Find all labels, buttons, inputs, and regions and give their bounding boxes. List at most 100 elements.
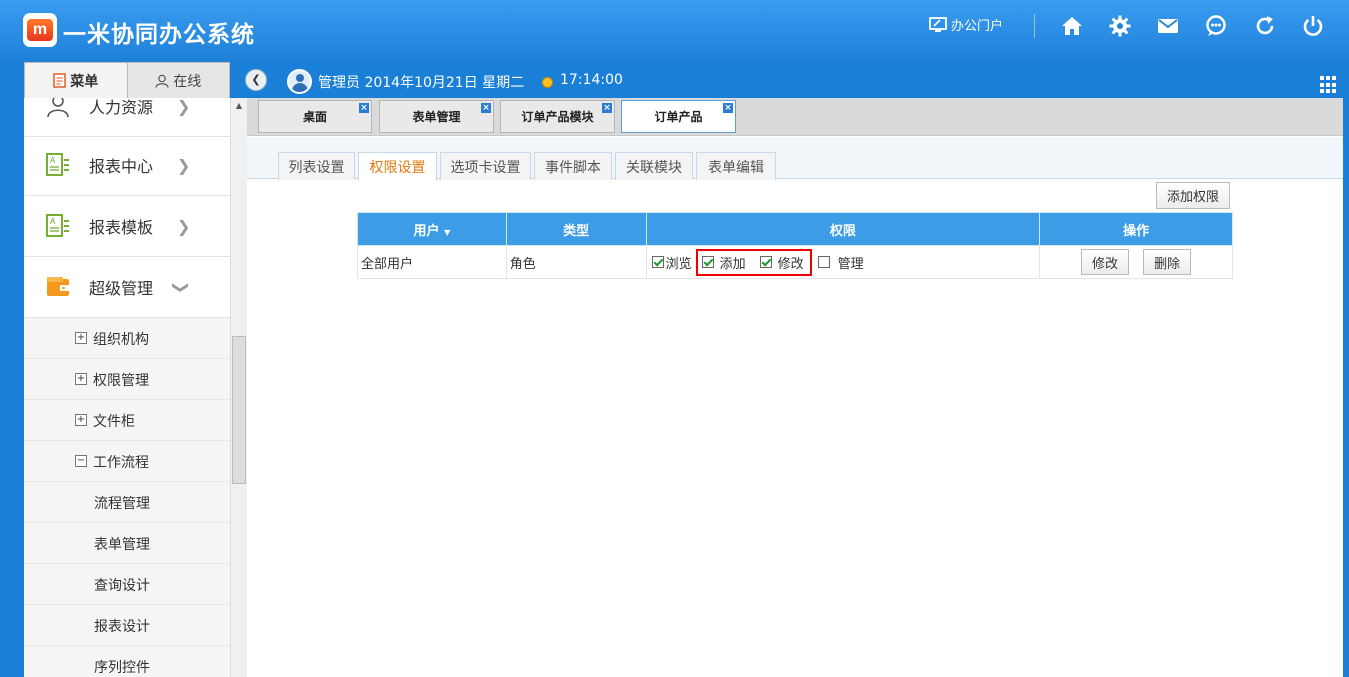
gear-icon[interactable] [1108, 14, 1132, 38]
logo-text: m [32, 21, 48, 38]
sidebar-subitem-workflow[interactable]: − 工作流程 [24, 441, 230, 482]
sidebar-subitem-flow-manage[interactable]: 流程管理 [24, 482, 230, 523]
app-header: m 一米协同办公系统 办公门户 [0, 0, 1349, 64]
subtab-event-script[interactable]: 事件脚本 [534, 152, 612, 180]
column-header-operation: 操作 [1039, 212, 1233, 246]
chevron-right-icon: ❯ [177, 98, 191, 116]
expand-icon[interactable]: + [75, 414, 87, 426]
avatar-head [296, 74, 304, 82]
sidebar-scrollbar[interactable]: ▲ [230, 98, 247, 677]
collapse-icon[interactable]: − [75, 455, 87, 467]
add-checkbox[interactable] [701, 256, 714, 268]
scroll-thumb[interactable] [232, 336, 246, 484]
sidebar-subitem-file-cabinet[interactable]: + 文件柜 [24, 400, 230, 441]
document-icon [53, 73, 66, 88]
table-header-row: 用户 ▼ 类型 权限 操作 [357, 212, 1233, 246]
subtab-form-edit[interactable]: 表单编辑 [696, 152, 776, 180]
main-panel: 桌面 × 表单管理 × 订单产品模块 × 订单产品 × 列表设置 权限设置 选项… [247, 98, 1343, 677]
column-header-user[interactable]: 用户 ▼ [357, 212, 507, 246]
cell-permissions: 浏览 添加 修改 管理 [645, 245, 1041, 279]
tab-label: 订单产品模块 [521, 110, 594, 124]
sidebar-item-label: 报表模板 [89, 218, 154, 237]
tab-desktop[interactable]: 桌面 × [258, 100, 372, 133]
close-icon[interactable]: × [481, 103, 491, 113]
home-icon[interactable] [1060, 14, 1084, 38]
current-time: 17:14:00 [560, 72, 623, 88]
close-icon[interactable]: × [602, 103, 612, 113]
modify-checkbox[interactable] [759, 256, 772, 268]
user-info: 管理员 2014年10月21日 星期二 [318, 75, 525, 91]
close-icon[interactable]: × [723, 103, 733, 113]
subtab-list-settings[interactable]: 列表设置 [278, 152, 355, 180]
manage-checkbox[interactable] [817, 256, 830, 268]
sidebar-subitem-org[interactable]: + 组织机构 [24, 318, 230, 359]
cell-type: 角色 [505, 245, 647, 279]
subtab-related-module[interactable]: 关联模块 [615, 152, 693, 180]
tab-menu[interactable]: 菜单 [24, 62, 128, 98]
sidebar-subitem-report-design[interactable]: 报表设计 [24, 605, 230, 646]
cell-user: 全部用户 [357, 245, 507, 279]
app-logo: m [23, 13, 57, 47]
sidebar-subitem-sequence-control[interactable]: 序列控件 [24, 646, 230, 677]
permission-add[interactable]: 添加 [701, 253, 746, 272]
chat-icon[interactable] [1204, 14, 1228, 38]
browse-checkbox[interactable] [651, 256, 664, 268]
user-icon [155, 74, 169, 88]
tab-order-product[interactable]: 订单产品 × [621, 100, 736, 133]
sidebar: 人力资源 ❯ A 报表中心 ❯ A 报表模板 ❯ 超级管理 ❯ + 组织机构 +… [24, 98, 230, 677]
tab-label: 桌面 [302, 110, 327, 124]
sidebar-subitem-form-manage[interactable]: 表单管理 [24, 523, 230, 564]
power-icon[interactable] [1301, 14, 1325, 38]
avatar [287, 69, 312, 94]
grid-icon[interactable] [1320, 76, 1338, 94]
sidebar-item-report-center[interactable]: A 报表中心 ❯ [24, 135, 230, 196]
expand-icon[interactable]: + [75, 332, 87, 344]
permission-browse[interactable]: 浏览 [651, 253, 692, 272]
svg-text:A: A [50, 217, 56, 226]
chevron-down-icon: ❯ [172, 280, 192, 295]
header-divider [1034, 14, 1035, 38]
permission-manage[interactable]: 管理 [817, 253, 864, 272]
tab-menu-label: 菜单 [70, 73, 99, 90]
sidebar-subitem-permission[interactable]: + 权限管理 [24, 359, 230, 400]
cell-operations: 修改 删除 [1039, 245, 1233, 279]
sidebar-item-report-template[interactable]: A 报表模板 ❯ [24, 196, 230, 257]
tab-online-label: 在线 [173, 73, 202, 90]
permission-label: 管理 [837, 256, 864, 272]
svg-text:A: A [50, 156, 56, 165]
chevron-right-icon: ❯ [177, 155, 191, 175]
sidebar-subitem-label: 流程管理 [94, 496, 150, 512]
scroll-up-icon[interactable]: ▲ [231, 98, 247, 114]
sidebar-subitem-label: 文件柜 [93, 414, 135, 430]
delete-button[interactable]: 删除 [1143, 249, 1192, 275]
expand-icon[interactable]: + [75, 373, 87, 385]
tab-online[interactable]: 在线 [127, 62, 230, 98]
mail-icon[interactable] [1156, 14, 1180, 38]
permission-modify[interactable]: 修改 [759, 253, 804, 272]
close-icon[interactable]: × [359, 103, 369, 113]
sidebar-item-label: 人力资源 [89, 98, 154, 117]
sidebar-item-super-admin[interactable]: 超级管理 ❯ [24, 257, 230, 318]
monitor-icon [929, 16, 947, 32]
sidebar-subitem-label: 工作流程 [93, 455, 149, 471]
sort-icon[interactable]: ▼ [444, 228, 450, 237]
subtab-tab-settings[interactable]: 选项卡设置 [440, 152, 531, 180]
avatar-body [292, 83, 308, 92]
refresh-icon[interactable] [1253, 14, 1277, 38]
sidebar-item-hr[interactable]: 人力资源 ❯ [24, 98, 230, 137]
sidebar-subitem-label: 查询设计 [94, 578, 150, 594]
app-title: 一米协同办公系统 [63, 22, 255, 48]
sidebar-subitem-query-design[interactable]: 查询设计 [24, 564, 230, 605]
subtab-permission-settings[interactable]: 权限设置 [358, 152, 437, 181]
tab-order-product-module[interactable]: 订单产品模块 × [500, 100, 615, 133]
edit-button[interactable]: 修改 [1081, 249, 1130, 275]
portal-link[interactable]: 办公门户 [929, 15, 1003, 34]
sidebar-subitem-label: 序列控件 [94, 660, 150, 676]
add-permission-button[interactable]: 添加权限 [1156, 182, 1230, 209]
column-header-type: 类型 [505, 212, 647, 246]
sidebar-subitem-label: 组织机构 [93, 332, 149, 348]
sidebar-subitem-label: 表单管理 [94, 537, 150, 553]
permission-label: 修改 [777, 256, 804, 272]
tab-form-manage[interactable]: 表单管理 × [379, 100, 494, 133]
collapse-sidebar-button[interactable]: ❮ [245, 69, 267, 91]
